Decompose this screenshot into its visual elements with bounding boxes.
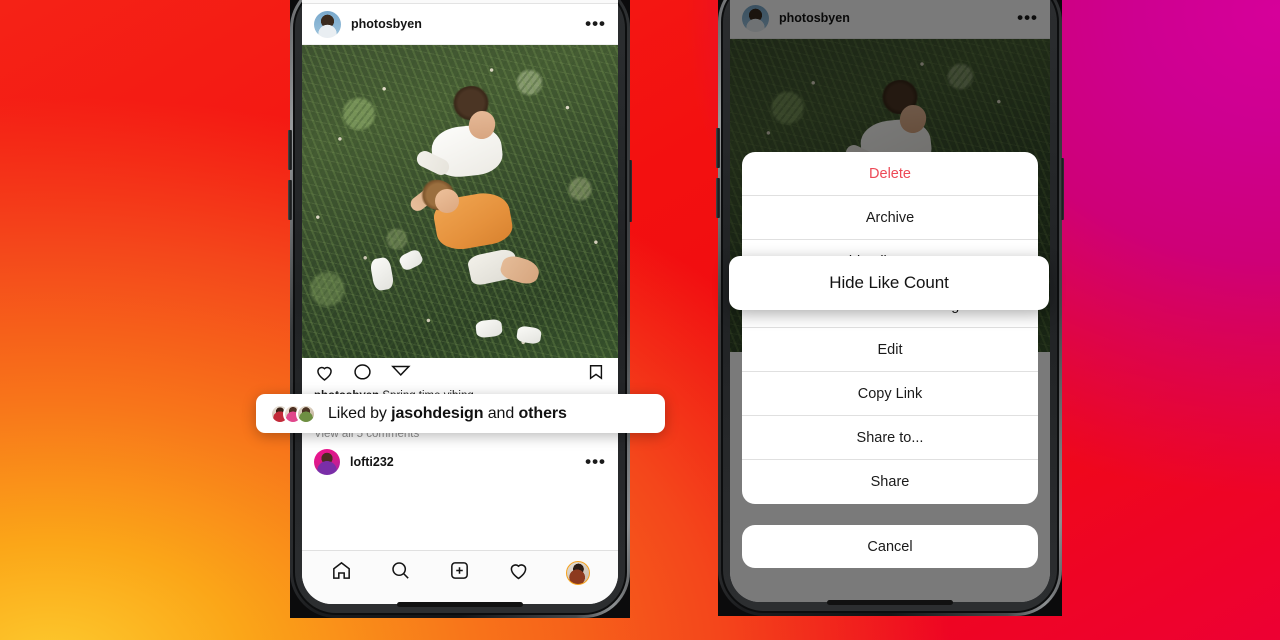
phone-volume-up-button[interactable] xyxy=(288,130,292,170)
left-topbar: ‹ Photo xyxy=(302,0,618,4)
post-author-username[interactable]: photosbyen xyxy=(351,17,422,31)
post-action-row xyxy=(302,358,618,386)
liker-avatar xyxy=(296,403,316,424)
bookmark-icon[interactable] xyxy=(586,362,606,382)
liked-by-tooltip: Liked by jasohdesign and others xyxy=(256,394,665,433)
shoe xyxy=(515,325,542,345)
liked-by-text: Liked by jasohdesign and others xyxy=(328,405,567,423)
avatar[interactable] xyxy=(314,449,340,475)
phone-power-button[interactable] xyxy=(628,160,632,222)
post-header: photosbyen ••• xyxy=(302,4,618,45)
page-title: Photo xyxy=(440,0,479,1)
liked-by-prefix: Liked by xyxy=(328,404,392,422)
more-options-icon[interactable]: ••• xyxy=(585,15,606,32)
sheet-item-share[interactable]: Share xyxy=(742,460,1038,504)
sheet-item-copy-link[interactable]: Copy Link xyxy=(742,372,1038,416)
screenshot-stage: ‹ Photo photosbyen ••• xyxy=(0,0,1280,640)
home-indicator xyxy=(827,600,953,605)
sheet-item-archive[interactable]: Archive xyxy=(742,196,1038,240)
liker-avatar-stack xyxy=(270,403,316,424)
left-phone: ‹ Photo photosbyen ••• xyxy=(288,0,632,618)
comment-row-username[interactable]: lofti232 xyxy=(350,455,394,469)
action-sheet: Delete Archive Hide Like Count Turn Off … xyxy=(742,152,1038,504)
phone-power-button[interactable] xyxy=(1060,158,1064,220)
comment-input-row: lofti232 ••• xyxy=(302,440,618,485)
avatar[interactable] xyxy=(314,10,341,38)
paper-plane-icon[interactable] xyxy=(390,362,411,383)
person-two-face xyxy=(434,188,459,213)
hide-like-count-label: Hide Like Count xyxy=(829,273,949,292)
search-icon[interactable] xyxy=(389,559,412,587)
heart-icon[interactable] xyxy=(314,362,335,383)
sheet-item-edit[interactable]: Edit xyxy=(742,328,1038,372)
liked-by-username[interactable]: jasohdesign xyxy=(391,405,483,422)
comment-bubble-icon[interactable] xyxy=(352,362,373,383)
home-indicator xyxy=(397,602,523,607)
bottom-tabbar xyxy=(302,550,618,604)
home-icon[interactable] xyxy=(330,559,353,587)
phone-volume-up-button[interactable] xyxy=(716,128,720,168)
phone-volume-down-button[interactable] xyxy=(288,180,292,220)
hide-like-count-highlight-card[interactable]: Hide Like Count xyxy=(729,256,1049,310)
post-photo[interactable] xyxy=(302,45,618,358)
heart-icon[interactable] xyxy=(507,559,530,587)
liked-by-middle: and xyxy=(483,404,519,422)
cancel-button[interactable]: Cancel xyxy=(742,525,1038,568)
left-phone-screen: ‹ Photo photosbyen ••• xyxy=(302,0,618,604)
sheet-item-delete[interactable]: Delete xyxy=(742,152,1038,196)
phone-volume-down-button[interactable] xyxy=(716,178,720,218)
more-options-icon[interactable]: ••• xyxy=(585,453,606,470)
liked-by-others[interactable]: others xyxy=(519,405,567,422)
profile-avatar[interactable] xyxy=(566,560,590,585)
plus-square-icon[interactable] xyxy=(448,559,471,587)
sheet-item-share-to[interactable]: Share to... xyxy=(742,416,1038,460)
